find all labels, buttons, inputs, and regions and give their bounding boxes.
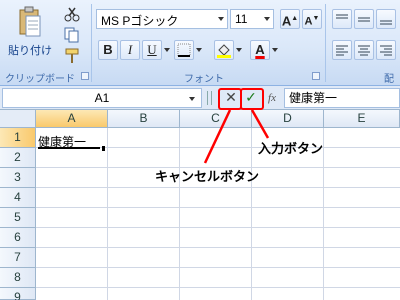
align-right-button[interactable] [376, 40, 396, 60]
name-box[interactable]: A1 [2, 88, 202, 108]
insert-function-button[interactable]: fx [263, 89, 281, 107]
group-divider [91, 4, 92, 82]
paste-label: 貼り付け [8, 44, 52, 57]
gridline [36, 247, 400, 248]
gridline [36, 267, 400, 268]
italic-button[interactable]: I [120, 40, 140, 60]
row-header-1[interactable]: 1 [0, 128, 36, 148]
align-left-button[interactable] [332, 40, 352, 60]
chevron-down-icon[interactable] [236, 48, 242, 52]
font-size-value: 11 [235, 12, 248, 26]
gridline [251, 128, 252, 300]
paste-icon [19, 6, 41, 37]
copy-icon[interactable] [64, 27, 80, 43]
row-header-9[interactable]: 9 [0, 288, 36, 300]
gridline [323, 128, 324, 300]
chevron-down-icon[interactable] [189, 97, 195, 101]
bold-label: B [103, 42, 113, 57]
font-size-select[interactable]: 11 [230, 9, 274, 29]
underline-button[interactable]: U [142, 40, 162, 60]
formula-content: 健康第一 [289, 91, 338, 105]
font-color-button[interactable]: A [250, 40, 270, 60]
fill-color-button[interactable] [214, 40, 234, 60]
row-header-3[interactable]: 3 [0, 168, 36, 188]
formula-input[interactable]: 健康第一 [284, 88, 400, 108]
align-center-icon [358, 45, 370, 56]
chevron-down-icon[interactable] [164, 48, 170, 52]
row-header-8[interactable]: 8 [0, 268, 36, 288]
chevron-down-icon[interactable] [272, 48, 278, 52]
fx-icon: fx [268, 92, 276, 104]
fill-bucket-icon [217, 44, 231, 58]
font-color-label: A [255, 42, 265, 57]
paste-button[interactable]: 貼り付け [6, 6, 52, 64]
row-header-6[interactable]: 6 [0, 228, 36, 248]
align-right-icon [380, 45, 392, 56]
align-bottom-button[interactable] [376, 9, 396, 29]
enter-highlight-box [240, 88, 264, 110]
underline-label: U [147, 42, 157, 57]
formula-bar-splitter[interactable] [207, 91, 212, 105]
chevron-down-icon[interactable] [196, 48, 202, 52]
gridline [179, 128, 180, 300]
active-cell-border [38, 147, 100, 149]
enter-button-callout: 入力ボタン [258, 142, 324, 157]
fill-handle[interactable] [102, 146, 105, 151]
worksheet-grid[interactable]: A B C D E 1 2 3 4 5 6 7 8 9 健康第一 [0, 110, 400, 300]
align-middle-button[interactable] [354, 9, 374, 29]
column-header-e[interactable]: E [324, 110, 400, 128]
select-all-corner[interactable] [0, 110, 36, 128]
gridline [36, 287, 400, 288]
borders-button[interactable] [174, 40, 194, 60]
gridline [36, 207, 400, 208]
align-left-icon [336, 45, 348, 56]
grow-font-button[interactable]: A▲ [280, 9, 300, 29]
row-header-2[interactable]: 2 [0, 148, 36, 168]
column-header-c[interactable]: C [180, 110, 252, 128]
formula-bar: A1 ✕ ✓ fx 健康第一 [0, 86, 400, 110]
row-header-4[interactable]: 4 [0, 188, 36, 208]
font-group-label: フォント [184, 74, 224, 85]
cancel-highlight-box [218, 88, 242, 110]
gridline [36, 227, 400, 228]
align-top-icon [336, 14, 348, 19]
cut-icon[interactable] [64, 6, 80, 22]
cancel-button-callout: キャンセルボタン [155, 170, 260, 185]
format-painter-icon[interactable] [64, 48, 80, 64]
shrink-font-label: A [304, 15, 313, 28]
row-header-7[interactable]: 7 [0, 248, 36, 268]
align-top-button[interactable] [332, 9, 352, 29]
gridline [36, 187, 400, 188]
clipboard-group-label: クリップボード [5, 74, 75, 85]
group-divider [325, 4, 326, 82]
italic-label: I [127, 42, 133, 57]
font-name-value: MS Pゴシック [101, 14, 179, 28]
bold-button[interactable]: B [98, 40, 118, 60]
chevron-down-icon [218, 17, 224, 21]
align-bottom-icon [380, 20, 392, 25]
ribbon: 貼り付け クリップボード MS Pゴシック 11 A▲ A▼ B I U A フ… [0, 0, 400, 86]
borders-icon [177, 43, 191, 57]
gridline [107, 128, 108, 300]
alignment-group-label: 配 [384, 74, 394, 85]
name-box-value: A1 [94, 91, 110, 105]
font-launcher[interactable] [312, 72, 320, 80]
font-name-select[interactable]: MS Pゴシック [96, 9, 228, 29]
column-header-a[interactable]: A [36, 110, 108, 128]
chevron-down-icon [264, 17, 270, 21]
clipboard-launcher[interactable] [81, 72, 89, 80]
align-middle-icon [358, 17, 370, 22]
row-header-5[interactable]: 5 [0, 208, 36, 228]
align-center-button[interactable] [354, 40, 374, 60]
grow-font-label: A [281, 13, 292, 29]
shrink-font-button[interactable]: A▼ [302, 9, 322, 29]
column-header-b[interactable]: B [108, 110, 180, 128]
column-header-d[interactable]: D [252, 110, 324, 128]
